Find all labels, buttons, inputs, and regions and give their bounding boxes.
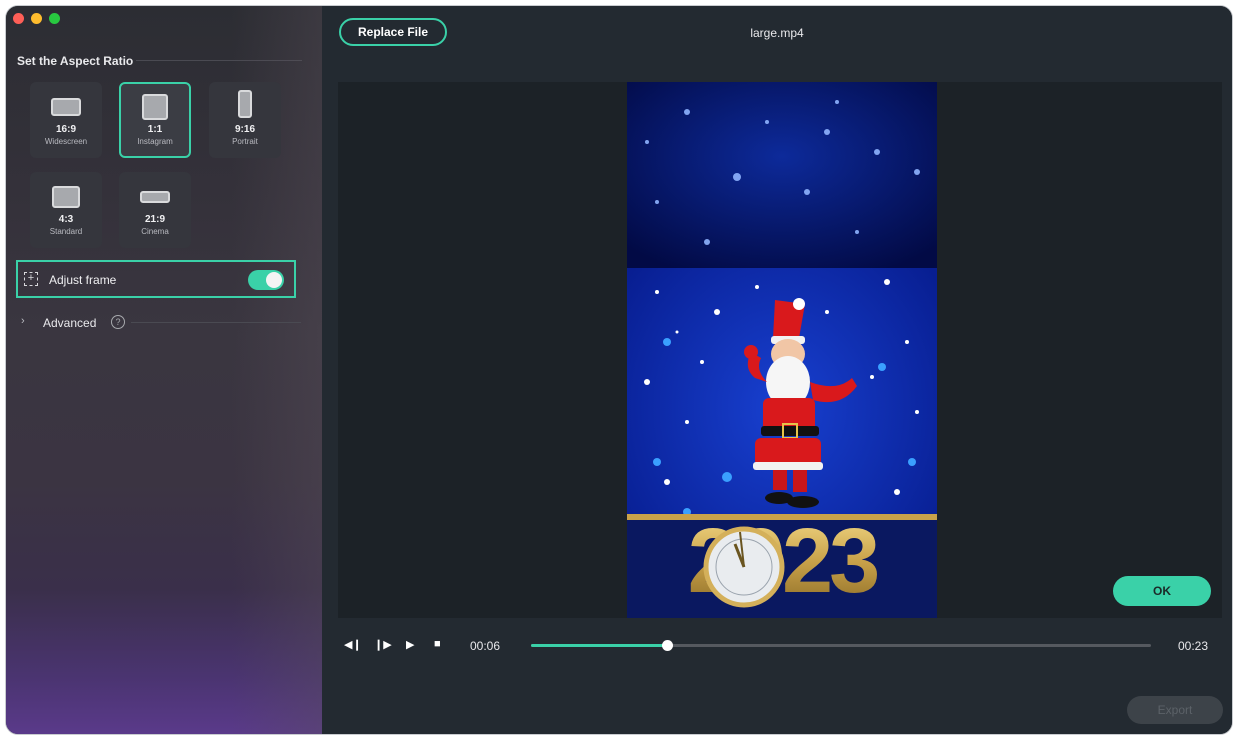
close-window-button[interactable] — [13, 13, 24, 24]
timeline-progress — [531, 644, 668, 647]
ratio-option-16-9[interactable]: 16:9 Widescreen — [30, 82, 102, 158]
ratio-value: 16:9 — [55, 124, 76, 135]
aspect-ratio-title: Set the Aspect Ratio — [17, 54, 134, 68]
stop-icon[interactable]: ■ — [434, 638, 441, 650]
toggle-knob — [266, 272, 282, 288]
adjust-frame-row: + Adjust frame — [16, 260, 296, 298]
divider — [131, 322, 301, 323]
main-area: Replace File large.mp4 OK ◀❙ ❙▶ ▶ ■ 00:0… — [322, 6, 1232, 734]
ok-button[interactable]: OK — [1113, 576, 1211, 606]
sidebar: Set the Aspect Ratio 16:9 Widescreen 1:1… — [6, 6, 322, 734]
ratio-label: Cinema — [141, 227, 169, 236]
timeline-slider[interactable] — [531, 640, 1151, 651]
ratio-value: 21:9 — [144, 214, 165, 225]
ratio-option-21-9[interactable]: 21:9 Cinema — [119, 172, 191, 248]
total-time: 00:23 — [1178, 639, 1209, 653]
ratio-value: 4:3 — [58, 214, 74, 225]
ratio-value: 9:16 — [234, 124, 255, 135]
ratio-label: Instagram — [137, 137, 173, 146]
ratio-label: Widescreen — [44, 137, 88, 146]
adjust-frame-icon: + — [24, 272, 38, 286]
file-name: large.mp4 — [750, 26, 804, 40]
ratio-option-1-1[interactable]: 1:1 Instagram — [119, 82, 191, 158]
step-back-icon[interactable]: ◀❙ — [344, 638, 362, 651]
ratio-label: Portrait — [232, 137, 258, 146]
advanced-label[interactable]: Advanced — [43, 316, 96, 330]
ratio-label: Standard — [49, 227, 83, 236]
timeline-handle[interactable] — [662, 640, 674, 651]
help-icon[interactable]: ? — [111, 315, 125, 329]
export-button[interactable]: Export — [1127, 696, 1223, 724]
cinema-icon — [140, 191, 170, 203]
zoom-window-button[interactable] — [49, 13, 60, 24]
ratio-option-9-16[interactable]: 9:16 Portrait — [209, 82, 281, 158]
step-forward-icon[interactable]: ❙▶ — [374, 638, 392, 651]
square-icon — [142, 94, 168, 120]
current-time: 00:06 — [470, 639, 501, 653]
ratio-option-4-3[interactable]: 4:3 Standard — [30, 172, 102, 248]
minimize-window-button[interactable] — [31, 13, 42, 24]
video-frame[interactable]: 2023 — [627, 82, 937, 618]
divider — [136, 60, 302, 61]
adjust-frame-label: Adjust frame — [49, 273, 117, 287]
play-icon[interactable]: ▶ — [406, 638, 414, 651]
chevron-right-icon[interactable]: › — [21, 315, 25, 327]
ratio-value: 1:1 — [147, 124, 163, 135]
widescreen-icon — [51, 98, 81, 116]
preview-area: 2023 — [338, 82, 1222, 618]
standard-icon — [52, 186, 80, 208]
video-image: 2023 — [627, 82, 937, 618]
app-window: Set the Aspect Ratio 16:9 Widescreen 1:1… — [6, 6, 1232, 734]
portrait-icon — [238, 90, 252, 118]
adjust-frame-toggle[interactable] — [248, 270, 284, 290]
